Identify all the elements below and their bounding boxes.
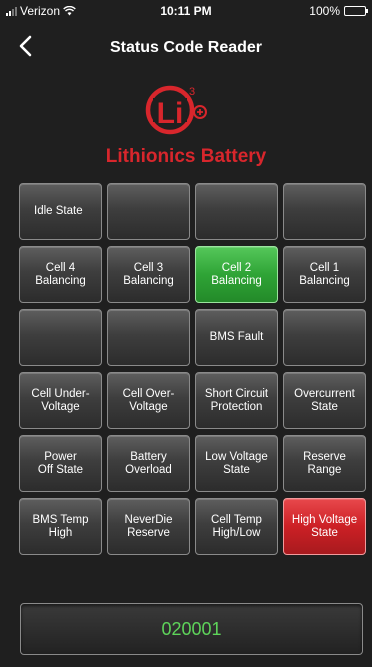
svg-text:3: 3 — [189, 86, 195, 98]
tile-label: Cell 4 Balancing — [35, 261, 86, 287]
tile-label: BMS Fault — [209, 331, 264, 343]
tile-label: Power Off State — [37, 450, 84, 476]
tile-cell1-balancing[interactable]: Cell 1 Balancing — [283, 246, 366, 303]
tile-blank[interactable] — [283, 309, 366, 366]
svg-text:Li: Li — [157, 97, 184, 130]
tile-bms-fault[interactable]: BMS Fault — [195, 309, 278, 366]
status-bar: Verizon 10:11 PM 100% — [0, 0, 372, 22]
tile-label: Cell 1 Balancing — [299, 261, 350, 287]
battery-icon — [344, 6, 368, 16]
tile-label: Short Circuit Protection — [204, 387, 269, 413]
tile-cell-over-voltage[interactable]: Cell Over- Voltage — [107, 372, 190, 429]
tile-bms-temp-high[interactable]: BMS Temp High — [19, 498, 102, 555]
tile-label: Cell 2 Balancing — [211, 261, 262, 287]
tile-label: Battery Overload — [125, 450, 172, 476]
status-code-display[interactable]: 020001 — [20, 603, 363, 655]
tile-blank[interactable] — [283, 183, 366, 240]
tile-overcurrent-state[interactable]: Overcurrent State — [283, 372, 366, 429]
page-title: Status Code Reader — [109, 39, 263, 56]
brand-name: Lithionics Battery — [105, 146, 267, 167]
tile-label: Reserve Range — [303, 450, 346, 476]
tile-short-circuit-protection[interactable]: Short Circuit Protection — [195, 372, 278, 429]
tile-label: BMS Temp High — [32, 513, 89, 539]
tile-cell2-balancing[interactable]: Cell 2 Balancing — [195, 246, 278, 303]
tile-cell4-balancing[interactable]: Cell 4 Balancing — [19, 246, 102, 303]
tile-idle-state[interactable]: Idle State — [19, 183, 102, 240]
tile-high-voltage-state[interactable]: High Voltage State — [283, 498, 366, 555]
tile-label: Low Voltage State — [205, 450, 268, 476]
tile-power-off-state[interactable]: Power Off State — [19, 435, 102, 492]
tile-blank[interactable] — [195, 183, 278, 240]
tile-label: Cell 3 Balancing — [123, 261, 174, 287]
tile-neverdie-reserve[interactable]: NeverDie Reserve — [107, 498, 190, 555]
tile-cell-under-voltage[interactable]: Cell Under- Voltage — [19, 372, 102, 429]
tile-battery-overload[interactable]: Battery Overload — [107, 435, 190, 492]
tile-label: Overcurrent State — [294, 387, 355, 413]
tile-label: Cell Temp High/Low — [211, 513, 262, 539]
brand-logo: Li 3 Lithionics Battery — [0, 76, 372, 171]
tile-label: High Voltage State — [291, 513, 358, 539]
tile-blank[interactable] — [107, 183, 190, 240]
battery-percent: 100% — [309, 4, 340, 18]
tile-low-voltage-state[interactable]: Low Voltage State — [195, 435, 278, 492]
nav-bar: Status Code Reader — [0, 32, 372, 62]
tile-reserve-range[interactable]: Reserve Range — [283, 435, 366, 492]
tile-blank[interactable] — [107, 309, 190, 366]
tile-label: Cell Under- Voltage — [31, 387, 90, 413]
battery-status: 100% — [309, 4, 368, 18]
tile-label: Cell Over- Voltage — [122, 387, 175, 413]
status-code-value: 020001 — [161, 619, 222, 639]
tile-cell3-balancing[interactable]: Cell 3 Balancing — [107, 246, 190, 303]
tile-label: Idle State — [34, 205, 83, 217]
tile-label: NeverDie Reserve — [124, 513, 173, 539]
tile-blank[interactable] — [19, 309, 102, 366]
tile-cell-temp-high-low[interactable]: Cell Temp High/Low — [195, 498, 278, 555]
lithionics-logo-icon: Li 3 — [145, 85, 207, 135]
